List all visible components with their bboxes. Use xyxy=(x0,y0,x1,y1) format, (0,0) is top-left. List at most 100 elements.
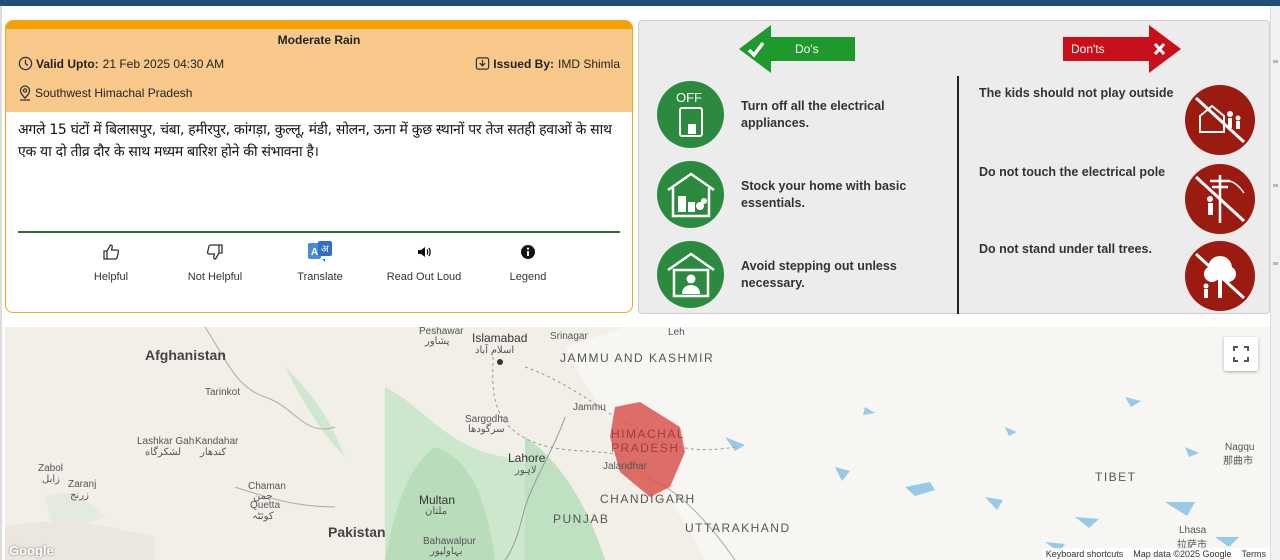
do-text: Stock your home with basic essentials. xyxy=(741,178,907,210)
map-label-city: زابل xyxy=(42,474,60,485)
map-label-city: سرگودھا xyxy=(468,424,505,435)
map-label-city: Islamabad xyxy=(472,331,528,345)
alert-divider xyxy=(18,231,620,233)
helpful-button[interactable]: Helpful xyxy=(66,241,156,283)
map-label-country: Pakistan xyxy=(328,524,386,540)
info-icon xyxy=(521,245,535,259)
do-item: Avoid stepping out unless necessary. xyxy=(657,241,916,308)
download-box-icon xyxy=(476,57,490,70)
issued-by-row: Issued By: IMD Shimla xyxy=(475,56,620,71)
map-label-state: UTTARAKHAND xyxy=(685,521,791,535)
issued-by-value: IMD Shimla xyxy=(557,56,620,71)
donts-label: Don'ts xyxy=(1071,42,1105,56)
region-name: Southwest Himachal Pradesh xyxy=(35,86,193,100)
map-label-city: بہاولپور xyxy=(430,546,463,557)
svg-text:A: A xyxy=(311,247,318,258)
map-label-city: Zaranj xyxy=(68,479,97,490)
translate-icon: Aअ xyxy=(308,241,332,262)
map-label-state: HIMACHAL PRADESH xyxy=(611,427,685,455)
dont-text: The kids should not play outside xyxy=(979,86,1174,100)
no-electric-pole-icon xyxy=(1194,175,1246,223)
speaker-icon xyxy=(418,247,431,257)
map-label-city: 那曲市 xyxy=(1223,456,1253,467)
map-label-city: Lahore xyxy=(508,451,546,465)
valid-upto-row: Valid Upto: 21 Feb 2025 04:30 AM xyxy=(18,56,224,71)
scroll-mark xyxy=(1273,184,1278,187)
fullscreen-button[interactable] xyxy=(1224,337,1258,371)
alert-title: Moderate Rain xyxy=(277,33,361,47)
legend-label: Legend xyxy=(509,271,547,283)
valid-upto-value: 21 Feb 2025 04:30 AM xyxy=(102,56,225,71)
thumbs-down-icon xyxy=(206,244,223,260)
map-label-country: Afghanistan xyxy=(145,347,226,363)
map-label-city: Quetta xyxy=(250,500,281,511)
map-label-city: پشاور xyxy=(425,336,450,347)
location-pin-icon xyxy=(19,85,31,101)
alert-map[interactable]: Afghanistan Pakistan JAMMU AND KASHMIR H… xyxy=(5,327,1270,560)
alert-header: Moderate Rain Valid Upto: 21 Feb 2025 04… xyxy=(6,21,632,112)
dos-banner: Do's xyxy=(739,25,855,73)
do-item: OFF Turn off all the electrical applianc… xyxy=(657,81,916,148)
svg-text:अ: अ xyxy=(321,244,329,255)
map-label-city: ملتان xyxy=(425,506,448,517)
map-label-city: Lhasa xyxy=(1179,525,1207,536)
clock-icon xyxy=(18,56,33,71)
map-data-credit: Map data ©2025 Google xyxy=(1133,549,1232,559)
no-kids-outside-icon xyxy=(1194,96,1246,144)
home-supplies-icon xyxy=(666,171,715,217)
scroll-mark xyxy=(1273,262,1278,265)
map-label-city: لشکرگاه xyxy=(145,447,182,458)
scrollbar[interactable] xyxy=(1270,6,1280,560)
valid-upto-label: Valid Upto: xyxy=(36,56,99,71)
map-label-city: Jalandhar xyxy=(603,461,647,472)
scroll-mark xyxy=(1273,60,1278,63)
no-tree-icon xyxy=(1194,252,1246,300)
map-label-city: Srinagar xyxy=(550,331,588,342)
dont-text: Do not stand under tall trees. xyxy=(979,242,1152,256)
map-label-state: TIBET xyxy=(1095,470,1137,484)
helpful-label: Helpful xyxy=(93,271,129,283)
map-label-state: PUNJAB xyxy=(553,512,610,526)
map-label-city: کوئٹہ xyxy=(252,511,274,522)
map-label-city: کندهار xyxy=(200,447,227,458)
map-label-city: اسلام آباد xyxy=(475,345,515,356)
terms-link[interactable]: Terms xyxy=(1242,549,1267,559)
do-text: Avoid stepping out unless necessary. xyxy=(741,258,897,290)
not-helpful-button[interactable]: Not Helpful xyxy=(170,241,260,283)
alert-actions: Helpful Not Helpful Aअ Translate Read Ou… xyxy=(66,241,586,291)
map-label-city: Multan xyxy=(419,493,456,507)
dos-donts-panel: Do's Don'ts OFF Turn off all the electri… xyxy=(638,20,1270,314)
weather-alert-card: Moderate Rain Valid Upto: 21 Feb 2025 04… xyxy=(5,20,633,313)
google-logo: Google xyxy=(9,543,54,558)
not-helpful-label: Not Helpful xyxy=(187,271,243,283)
map-label-city: زرنج xyxy=(70,490,89,501)
off-text: OFF xyxy=(676,90,702,105)
stay-home-icon xyxy=(666,251,715,297)
do-item: Stock your home with basic essentials. xyxy=(657,161,916,228)
keyboard-shortcuts-link[interactable]: Keyboard shortcuts xyxy=(1046,549,1124,559)
read-out-loud-button[interactable]: Read Out Loud xyxy=(379,241,469,283)
window-left-edge xyxy=(0,6,2,560)
donts-banner: Don'ts xyxy=(1063,25,1181,73)
legend-button[interactable]: Legend xyxy=(483,241,573,283)
region-row: Southwest Himachal Pradesh xyxy=(18,85,192,101)
map-footer: Keyboard shortcuts Map data ©2025 Google… xyxy=(1041,548,1270,560)
dont-text: Do not touch the electrical pole xyxy=(979,165,1166,179)
issued-by-label: Issued By: xyxy=(493,56,554,71)
translate-button[interactable]: Aअ Translate xyxy=(275,241,365,283)
map-label-city: Zabol xyxy=(38,463,64,474)
window-top-bar xyxy=(0,0,1280,6)
map-label-city: Kandahar xyxy=(195,436,239,447)
dos-label: Do's xyxy=(795,42,819,56)
switch-off-icon: OFF xyxy=(676,90,703,137)
map-label-city: لاہور xyxy=(515,465,537,476)
do-text: Turn off all the electrical appliances. xyxy=(741,98,885,130)
map-label-city: Lashkar Gah xyxy=(137,436,195,447)
dos-donts-separator xyxy=(957,76,959,314)
map-label-state: JAMMU AND KASHMIR xyxy=(560,351,715,365)
fullscreen-icon xyxy=(1233,346,1249,362)
map-label-city: Tarinkot xyxy=(205,387,241,398)
translate-label: Translate xyxy=(297,271,343,283)
map-label-city: Leh xyxy=(668,327,685,338)
read-out-loud-label: Read Out Loud xyxy=(386,271,462,283)
